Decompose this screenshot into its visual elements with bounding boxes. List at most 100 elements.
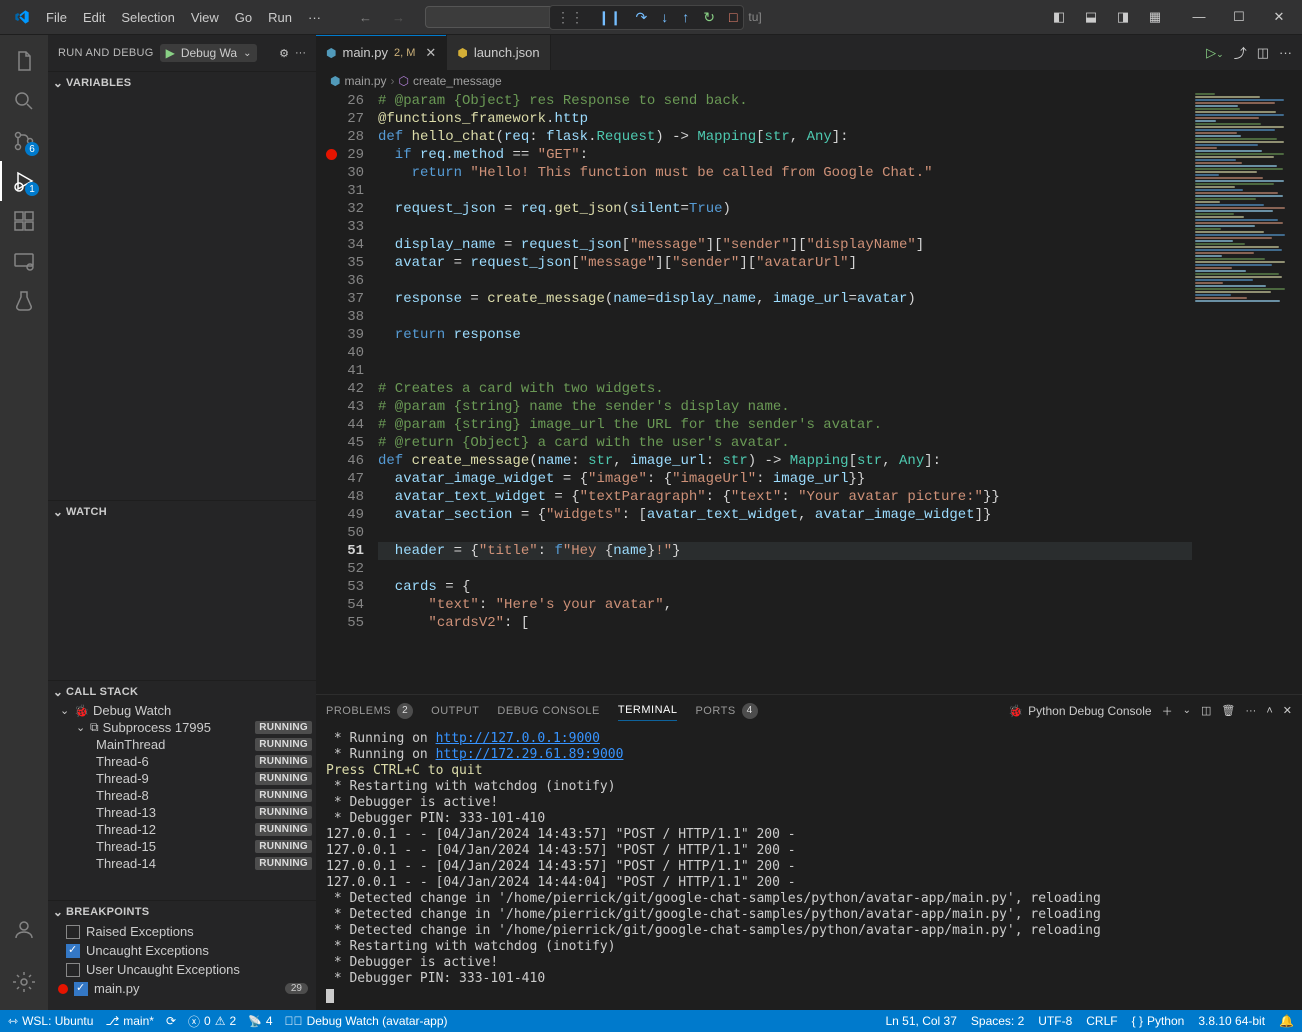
ports-indicator[interactable]: 📡4 bbox=[248, 1014, 272, 1028]
command-center[interactable] bbox=[425, 6, 555, 28]
tab-launch-json[interactable]: ⬢launch.json bbox=[447, 35, 550, 70]
debug-config-selector[interactable]: ▶ Debug Wa ⌄ bbox=[160, 44, 258, 62]
menu-go[interactable]: Go bbox=[227, 6, 260, 29]
panel-tab-terminal[interactable]: TERMINAL bbox=[618, 700, 678, 721]
checkbox[interactable] bbox=[74, 982, 88, 996]
maximize-panel-icon[interactable]: ˄ bbox=[1266, 705, 1272, 717]
panel-tab-debug-console[interactable]: DEBUG CONSOLE bbox=[497, 701, 599, 721]
indentation[interactable]: Spaces: 2 bbox=[971, 1014, 1024, 1028]
step-out-icon[interactable]: ↑ bbox=[682, 9, 689, 25]
checkbox[interactable] bbox=[66, 925, 80, 939]
breadcrumb[interactable]: ⬢ main.py › ⬡ create_message bbox=[316, 70, 1302, 92]
git-branch[interactable]: ⎇main* bbox=[105, 1014, 154, 1028]
callstack-item[interactable]: Thread-6RUNNING bbox=[48, 753, 316, 770]
more-icon[interactable]: ··· bbox=[1279, 45, 1292, 60]
callstack-item[interactable]: MainThreadRUNNING bbox=[48, 736, 316, 753]
breakpoints-section-header[interactable]: ⌄BREAKPOINTS bbox=[48, 900, 316, 922]
panel-tab-output[interactable]: OUTPUT bbox=[431, 701, 479, 721]
debug-alt-icon[interactable]: ⤴ bbox=[1234, 43, 1247, 62]
minimize-icon[interactable]: — bbox=[1188, 9, 1210, 25]
sidebar-title: RUN AND DEBUG bbox=[58, 47, 154, 59]
layout-panel-icon[interactable]: ⬓ bbox=[1080, 9, 1102, 25]
terminal-selector[interactable]: 🐞Python Debug Console bbox=[1008, 704, 1151, 718]
breakpoint-raised[interactable]: Raised Exceptions bbox=[48, 922, 316, 941]
menu-selection[interactable]: Selection bbox=[113, 6, 182, 29]
settings-gear-icon[interactable] bbox=[0, 962, 48, 1002]
cursor-position[interactable]: Ln 51, Col 37 bbox=[886, 1014, 957, 1028]
breakpoint-file[interactable]: main.py29 bbox=[48, 979, 316, 998]
notifications-icon[interactable]: 🔔 bbox=[1279, 1014, 1294, 1028]
menu-run[interactable]: Run bbox=[260, 6, 300, 29]
callstack-item[interactable]: Thread-9RUNNING bbox=[48, 770, 316, 787]
nav-back-icon[interactable]: ← bbox=[359, 10, 372, 25]
file-icon: ⬢ bbox=[457, 46, 467, 60]
activity-testing[interactable] bbox=[0, 281, 48, 321]
drag-grip-icon[interactable]: ⋮⋮ bbox=[556, 9, 584, 26]
callstack-item[interactable]: Thread-14RUNNING bbox=[48, 855, 316, 872]
bug-icon: 🐞 bbox=[1008, 704, 1023, 718]
nav-forward-icon[interactable]: → bbox=[392, 10, 405, 25]
step-over-icon[interactable]: ↷ bbox=[635, 9, 647, 26]
activity-extensions[interactable] bbox=[0, 201, 48, 241]
step-into-icon[interactable]: ↓ bbox=[661, 9, 668, 25]
activity-remote-explorer[interactable] bbox=[0, 241, 48, 281]
restart-icon[interactable]: ↻ bbox=[703, 9, 715, 26]
tab-main-py[interactable]: ⬢main.py 2, M✕ bbox=[316, 35, 447, 70]
eol[interactable]: CRLF bbox=[1086, 1014, 1117, 1028]
language-mode[interactable]: { }Python bbox=[1132, 1014, 1185, 1028]
close-tab-icon[interactable]: ✕ bbox=[425, 45, 436, 61]
panel-tab-ports[interactable]: PORTS4 bbox=[695, 699, 757, 723]
maximize-icon[interactable]: ☐ bbox=[1228, 9, 1250, 25]
panel-tab-problems[interactable]: PROBLEMS2 bbox=[326, 699, 413, 723]
terminal-output[interactable]: * Running on http://127.0.0.1:9000 * Run… bbox=[316, 727, 1302, 1010]
more-icon[interactable]: ··· bbox=[1245, 705, 1256, 717]
sidebar-header: RUN AND DEBUG ▶ Debug Wa ⌄ ⚙ ··· bbox=[48, 35, 316, 71]
activity-explorer[interactable] bbox=[0, 41, 48, 81]
accounts-icon[interactable] bbox=[0, 910, 48, 950]
git-sync[interactable]: ⟳ bbox=[166, 1014, 176, 1028]
layout-sidebar-left-icon[interactable]: ◧ bbox=[1048, 9, 1070, 25]
checkbox[interactable] bbox=[66, 944, 80, 958]
chevron-down-icon[interactable]: ⌄ bbox=[1183, 705, 1191, 716]
variables-section-header[interactable]: ⌄VARIABLES bbox=[48, 71, 316, 93]
problems-indicator[interactable]: ⓧ0 ⚠2 bbox=[188, 1013, 236, 1030]
more-icon[interactable]: ··· bbox=[295, 47, 306, 60]
callstack-section-header[interactable]: ⌄CALL STACK bbox=[48, 680, 316, 702]
split-editor-icon[interactable]: ◫ bbox=[1257, 45, 1269, 61]
pause-icon[interactable]: ❙❙ bbox=[598, 9, 621, 26]
menu-view[interactable]: View bbox=[183, 6, 227, 29]
callstack-item[interactable]: Thread-15RUNNING bbox=[48, 838, 316, 855]
encoding[interactable]: UTF-8 bbox=[1038, 1014, 1072, 1028]
code-editor[interactable]: 2627282930313233343536373839404142434445… bbox=[316, 92, 1302, 694]
activity-source-control[interactable]: 6 bbox=[0, 121, 48, 161]
terminal-cursor bbox=[326, 989, 334, 1003]
gear-icon[interactable]: ⚙ bbox=[279, 47, 289, 60]
debug-status[interactable]: ▷⃝Debug Watch (avatar-app) bbox=[285, 1014, 448, 1028]
remote-indicator[interactable]: ⇿WSL: Ubuntu bbox=[8, 1014, 93, 1028]
new-terminal-icon[interactable]: ＋ bbox=[1162, 703, 1173, 719]
run-play-icon[interactable]: ▷⌄ bbox=[1206, 45, 1224, 61]
stop-icon[interactable]: □ bbox=[729, 9, 737, 25]
callstack-item[interactable]: Thread-13RUNNING bbox=[48, 804, 316, 821]
menu-overflow[interactable]: ··· bbox=[300, 6, 329, 29]
layout-sidebar-right-icon[interactable]: ◨ bbox=[1112, 9, 1134, 25]
breakpoint-uncaught[interactable]: Uncaught Exceptions bbox=[48, 941, 316, 960]
callstack-item[interactable]: ⌄🐞Debug Watch bbox=[48, 702, 316, 719]
kill-terminal-icon[interactable]: 🗑 bbox=[1221, 704, 1235, 717]
callstack-item[interactable]: Thread-8RUNNING bbox=[48, 787, 316, 804]
menu-edit[interactable]: Edit bbox=[75, 6, 113, 29]
python-interpreter[interactable]: 3.8.10 64-bit bbox=[1198, 1014, 1265, 1028]
close-panel-icon[interactable]: ✕ bbox=[1283, 704, 1292, 717]
close-icon[interactable]: ✕ bbox=[1268, 9, 1290, 25]
callstack-item[interactable]: Thread-12RUNNING bbox=[48, 821, 316, 838]
callstack-item[interactable]: ⌄⧉Subprocess 17995RUNNING bbox=[48, 719, 316, 736]
layout-grid-icon[interactable]: ▦ bbox=[1144, 9, 1166, 25]
activity-run-debug[interactable]: 1 bbox=[0, 161, 48, 201]
breakpoint-user_uncaught[interactable]: User Uncaught Exceptions bbox=[48, 960, 316, 979]
watch-section-header[interactable]: ⌄WATCH bbox=[48, 500, 316, 522]
activity-search[interactable] bbox=[0, 81, 48, 121]
minimap[interactable] bbox=[1192, 92, 1302, 694]
checkbox[interactable] bbox=[66, 963, 80, 977]
menu-file[interactable]: File bbox=[38, 6, 75, 29]
split-terminal-icon[interactable]: ◫ bbox=[1201, 704, 1211, 717]
